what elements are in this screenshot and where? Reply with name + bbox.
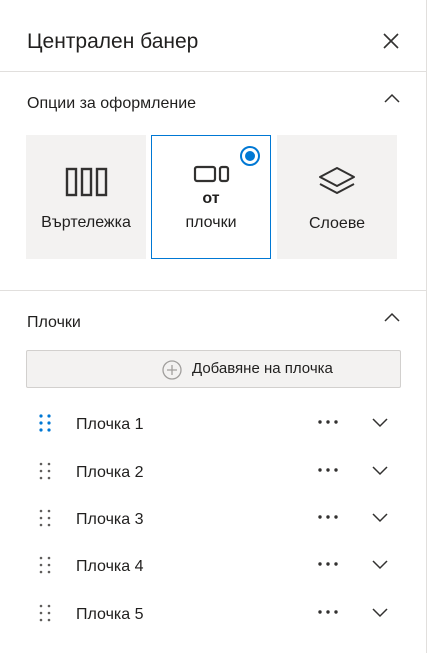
more-options-icon[interactable] <box>316 510 340 524</box>
add-tile-button[interactable]: Добавяне на плочка <box>26 350 401 388</box>
layout-option-tiles[interactable]: от плочки <box>151 135 271 259</box>
tiles-icon <box>193 165 230 183</box>
chevron-down-icon[interactable] <box>370 605 390 619</box>
layout-option-carousel-label: Въртележка <box>41 214 131 231</box>
drag-handle-icon[interactable] <box>38 461 52 481</box>
tiles-section-title: Плочки <box>27 314 81 331</box>
layout-options-section: Опции за оформление Въртележка от плочки <box>0 72 427 291</box>
layers-icon <box>319 167 355 194</box>
add-tile-label: Добавяне на плочка <box>192 360 333 377</box>
selected-radio <box>240 146 260 166</box>
layout-option-tiles-label-line1: от <box>202 190 220 207</box>
chevron-down-icon[interactable] <box>370 557 390 571</box>
tile-row[interactable]: Плочка 5 <box>0 595 427 635</box>
tile-label: Плочка 5 <box>76 606 144 623</box>
tile-row[interactable]: Плочка 1 <box>0 405 427 445</box>
close-button[interactable] <box>378 28 404 54</box>
layout-option-carousel[interactable]: Въртележка <box>26 135 146 259</box>
panel-title: Централен банер <box>27 30 199 53</box>
tiles-collapse-button[interactable] <box>382 311 402 325</box>
chevron-up-icon <box>384 93 400 103</box>
drag-handle-icon[interactable] <box>38 603 52 623</box>
more-options-icon[interactable] <box>316 415 340 429</box>
tile-label: Плочка 4 <box>76 558 144 575</box>
chevron-down-icon[interactable] <box>370 463 390 477</box>
layout-option-layers[interactable]: Слоеве <box>277 135 397 259</box>
tile-row[interactable]: Плочка 4 <box>0 547 427 587</box>
drag-handle-icon[interactable] <box>38 508 52 528</box>
drag-handle-icon[interactable] <box>38 413 52 433</box>
tile-label: Плочка 2 <box>76 464 144 481</box>
layout-option-layers-label: Слоеве <box>308 215 366 232</box>
chevron-up-icon <box>384 312 400 322</box>
tile-row[interactable]: Плочка 3 <box>0 500 427 540</box>
drag-handle-icon[interactable] <box>38 555 52 575</box>
tiles-section: Плочки Добавяне на плочка Плочка 1 Плочк… <box>0 291 427 653</box>
more-options-icon[interactable] <box>316 605 340 619</box>
tile-label: Плочка 1 <box>76 416 144 433</box>
add-circle-icon <box>162 360 182 380</box>
more-options-icon[interactable] <box>316 463 340 477</box>
chevron-down-icon[interactable] <box>370 510 390 524</box>
layout-options-title: Опции за оформление <box>27 95 197 112</box>
layout-options-collapse-button[interactable] <box>382 92 402 106</box>
close-icon <box>383 33 399 49</box>
panel-header: Централен банер <box>0 0 427 72</box>
carousel-icon <box>65 167 108 197</box>
chevron-down-icon[interactable] <box>370 415 390 429</box>
hero-banner-panel: Централен банер Опции за оформление Върт… <box>0 0 427 653</box>
layout-option-tiles-label-line2: плочки <box>185 214 237 231</box>
tile-row[interactable]: Плочка 2 <box>0 453 427 493</box>
tile-label: Плочка 3 <box>76 511 144 528</box>
more-options-icon[interactable] <box>316 557 340 571</box>
